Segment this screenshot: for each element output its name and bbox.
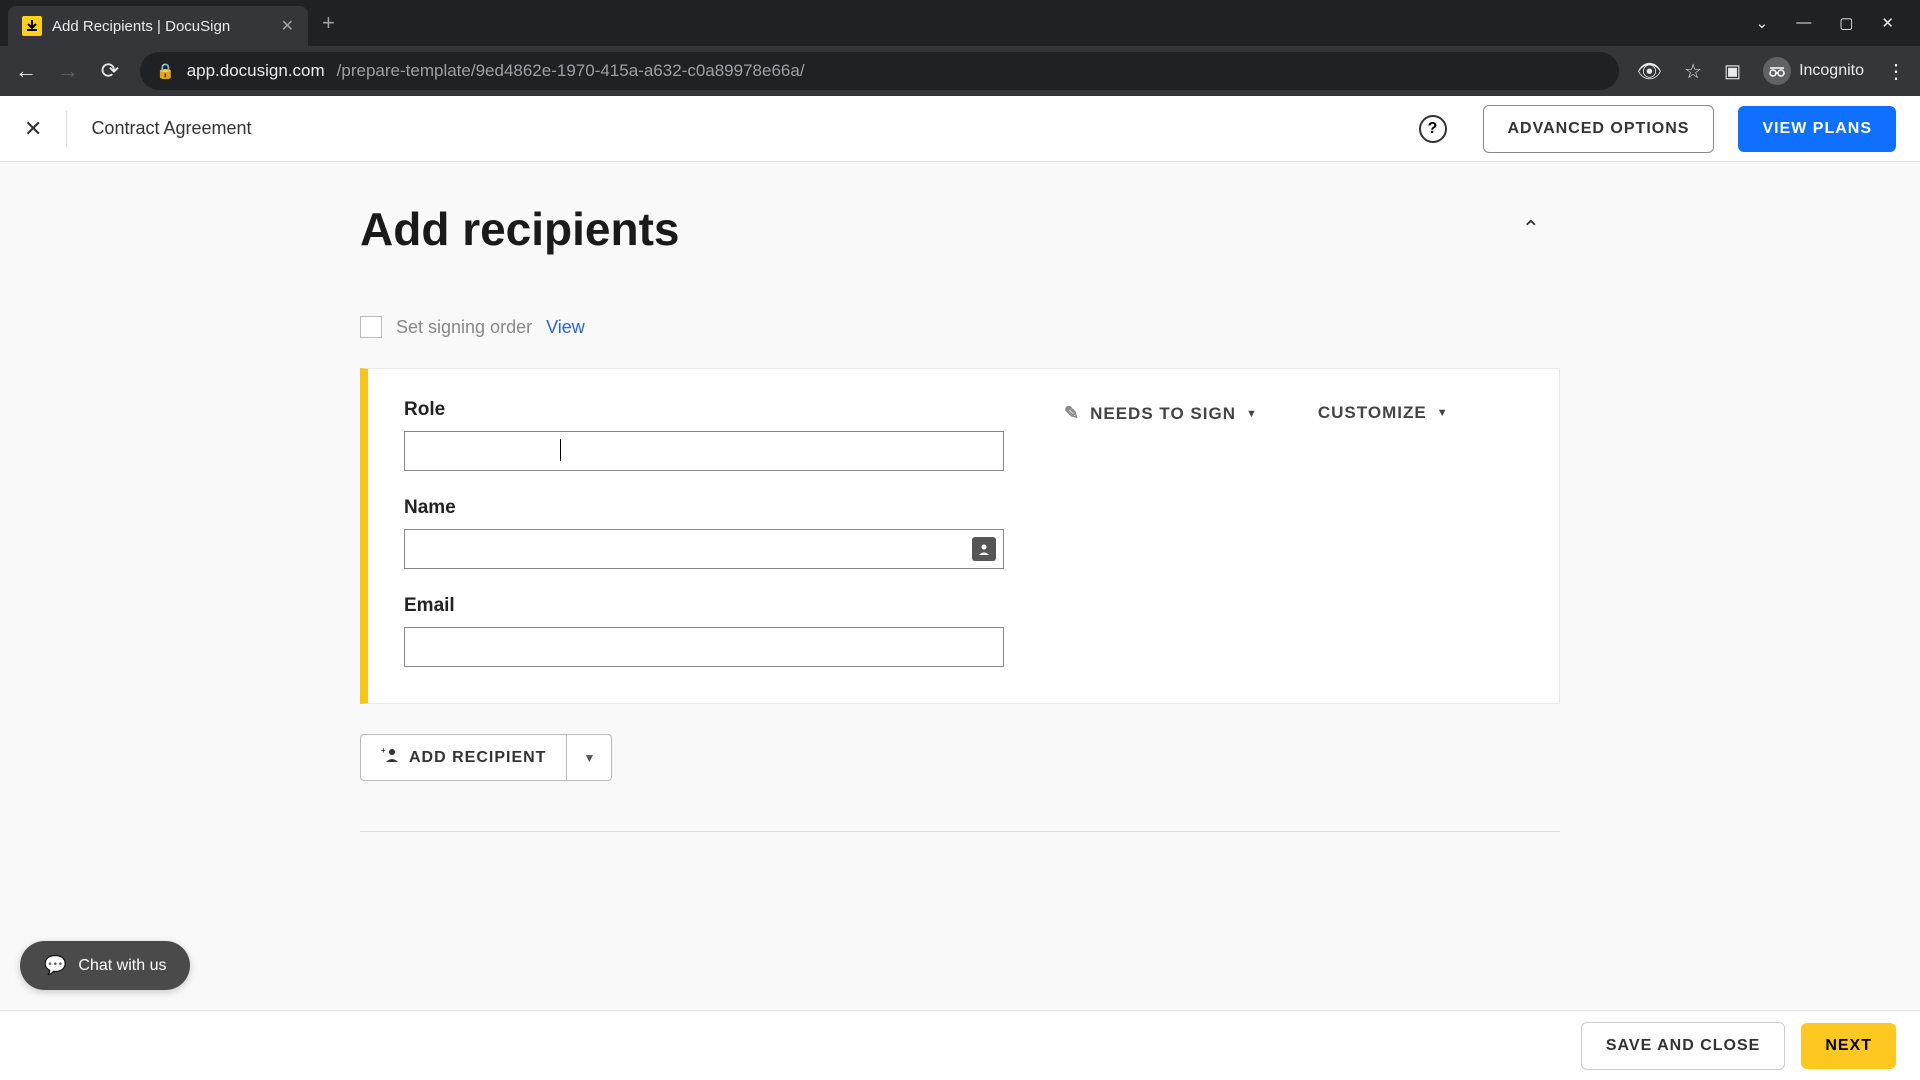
view-plans-button[interactable]: VIEW PLANS: [1738, 106, 1896, 152]
bookmark-icon[interactable]: ☆: [1684, 59, 1702, 84]
needs-to-sign-dropdown[interactable]: ✎ NEEDS TO SIGN ▼: [1064, 403, 1258, 424]
maximize-icon[interactable]: ▢: [1839, 14, 1853, 32]
caret-down-icon: ▼: [1246, 408, 1258, 420]
url-path: /prepare-template/9ed4862e-1970-415a-a63…: [337, 61, 805, 81]
footer-bar: SAVE AND CLOSE NEXT: [0, 1010, 1920, 1080]
email-label: Email: [404, 595, 1004, 617]
help-icon[interactable]: ?: [1419, 115, 1447, 143]
next-button[interactable]: NEXT: [1801, 1023, 1896, 1069]
chevron-down-icon[interactable]: ⌄: [1756, 14, 1769, 32]
menu-icon[interactable]: ⋮: [1886, 59, 1906, 84]
minimize-icon[interactable]: ―: [1796, 14, 1811, 32]
tab-close-icon[interactable]: ✕: [281, 16, 294, 36]
new-tab-button[interactable]: +: [322, 10, 335, 36]
favicon: [22, 16, 42, 36]
incognito-icon: [1763, 57, 1791, 85]
add-recipient-split-button: + ADD RECIPIENT ▼: [360, 734, 612, 781]
add-recipient-label: ADD RECIPIENT: [409, 749, 546, 767]
forward-button[interactable]: →: [56, 58, 80, 84]
close-envelope-button[interactable]: ✕: [24, 116, 42, 142]
chat-label: Chat with us: [78, 957, 166, 975]
eye-off-icon[interactable]: 👁: [1637, 59, 1662, 84]
window-controls: ⌄ ― ▢ ✕: [1756, 14, 1912, 32]
divider: [66, 111, 67, 147]
tab-title: Add Recipients | DocuSign: [52, 18, 271, 35]
caret-down-icon: ▼: [1437, 407, 1449, 419]
email-input[interactable]: [404, 627, 1004, 667]
collapse-section-icon[interactable]: ⌃: [1522, 216, 1540, 242]
advanced-options-button[interactable]: ADVANCED OPTIONS: [1483, 105, 1715, 153]
chat-icon: 💬: [44, 955, 66, 976]
incognito-badge[interactable]: Incognito: [1763, 57, 1864, 85]
pen-icon: ✎: [1064, 403, 1080, 424]
customize-label: CUSTOMIZE: [1318, 403, 1427, 423]
contacts-picker-icon[interactable]: [972, 537, 996, 561]
recipient-card: Role Name Email: [360, 368, 1560, 704]
section-title: Add recipients: [360, 202, 1522, 256]
document-title: Contract Agreement: [91, 118, 251, 139]
add-recipient-more-button[interactable]: ▼: [566, 735, 611, 780]
name-input[interactable]: [404, 529, 1004, 569]
main-scroll-area[interactable]: Add recipients ⌃ Set signing order View …: [0, 162, 1920, 1010]
browser-tab[interactable]: Add Recipients | DocuSign ✕: [8, 6, 308, 46]
view-order-link[interactable]: View: [546, 317, 585, 338]
close-window-icon[interactable]: ✕: [1881, 14, 1894, 32]
set-signing-order-checkbox[interactable]: [360, 316, 382, 338]
incognito-label: Incognito: [1799, 62, 1864, 80]
browser-chrome: Add Recipients | DocuSign ✕ + ⌄ ― ▢ ✕ ← …: [0, 0, 1920, 96]
back-button[interactable]: ←: [14, 58, 38, 84]
role-input[interactable]: [404, 431, 1004, 471]
address-bar: ← → ⟳ 🔒 app.docusign.com/prepare-templat…: [0, 46, 1920, 96]
url-input[interactable]: 🔒 app.docusign.com/prepare-template/9ed4…: [140, 52, 1619, 90]
add-recipient-button[interactable]: + ADD RECIPIENT: [361, 735, 566, 780]
set-signing-order-label: Set signing order: [396, 317, 532, 338]
panel-icon[interactable]: ▣: [1724, 61, 1741, 82]
reload-button[interactable]: ⟳: [98, 58, 122, 84]
section-divider: [360, 831, 1560, 832]
tab-bar: Add Recipients | DocuSign ✕ + ⌄ ― ▢ ✕: [0, 0, 1920, 46]
url-host: app.docusign.com: [187, 61, 325, 81]
live-chat-button[interactable]: 💬 Chat with us: [20, 941, 190, 990]
lock-icon: 🔒: [156, 62, 175, 80]
add-person-icon: +: [381, 747, 399, 768]
svg-text:+: +: [381, 747, 387, 755]
save-and-close-button[interactable]: SAVE AND CLOSE: [1581, 1022, 1785, 1070]
app-header: ✕ Contract Agreement ? ADVANCED OPTIONS …: [0, 96, 1920, 162]
text-cursor: [560, 439, 561, 461]
needs-to-sign-label: NEEDS TO SIGN: [1090, 404, 1236, 424]
customize-dropdown[interactable]: CUSTOMIZE ▼: [1318, 403, 1449, 423]
name-label: Name: [404, 497, 1004, 519]
role-label: Role: [404, 399, 1004, 421]
